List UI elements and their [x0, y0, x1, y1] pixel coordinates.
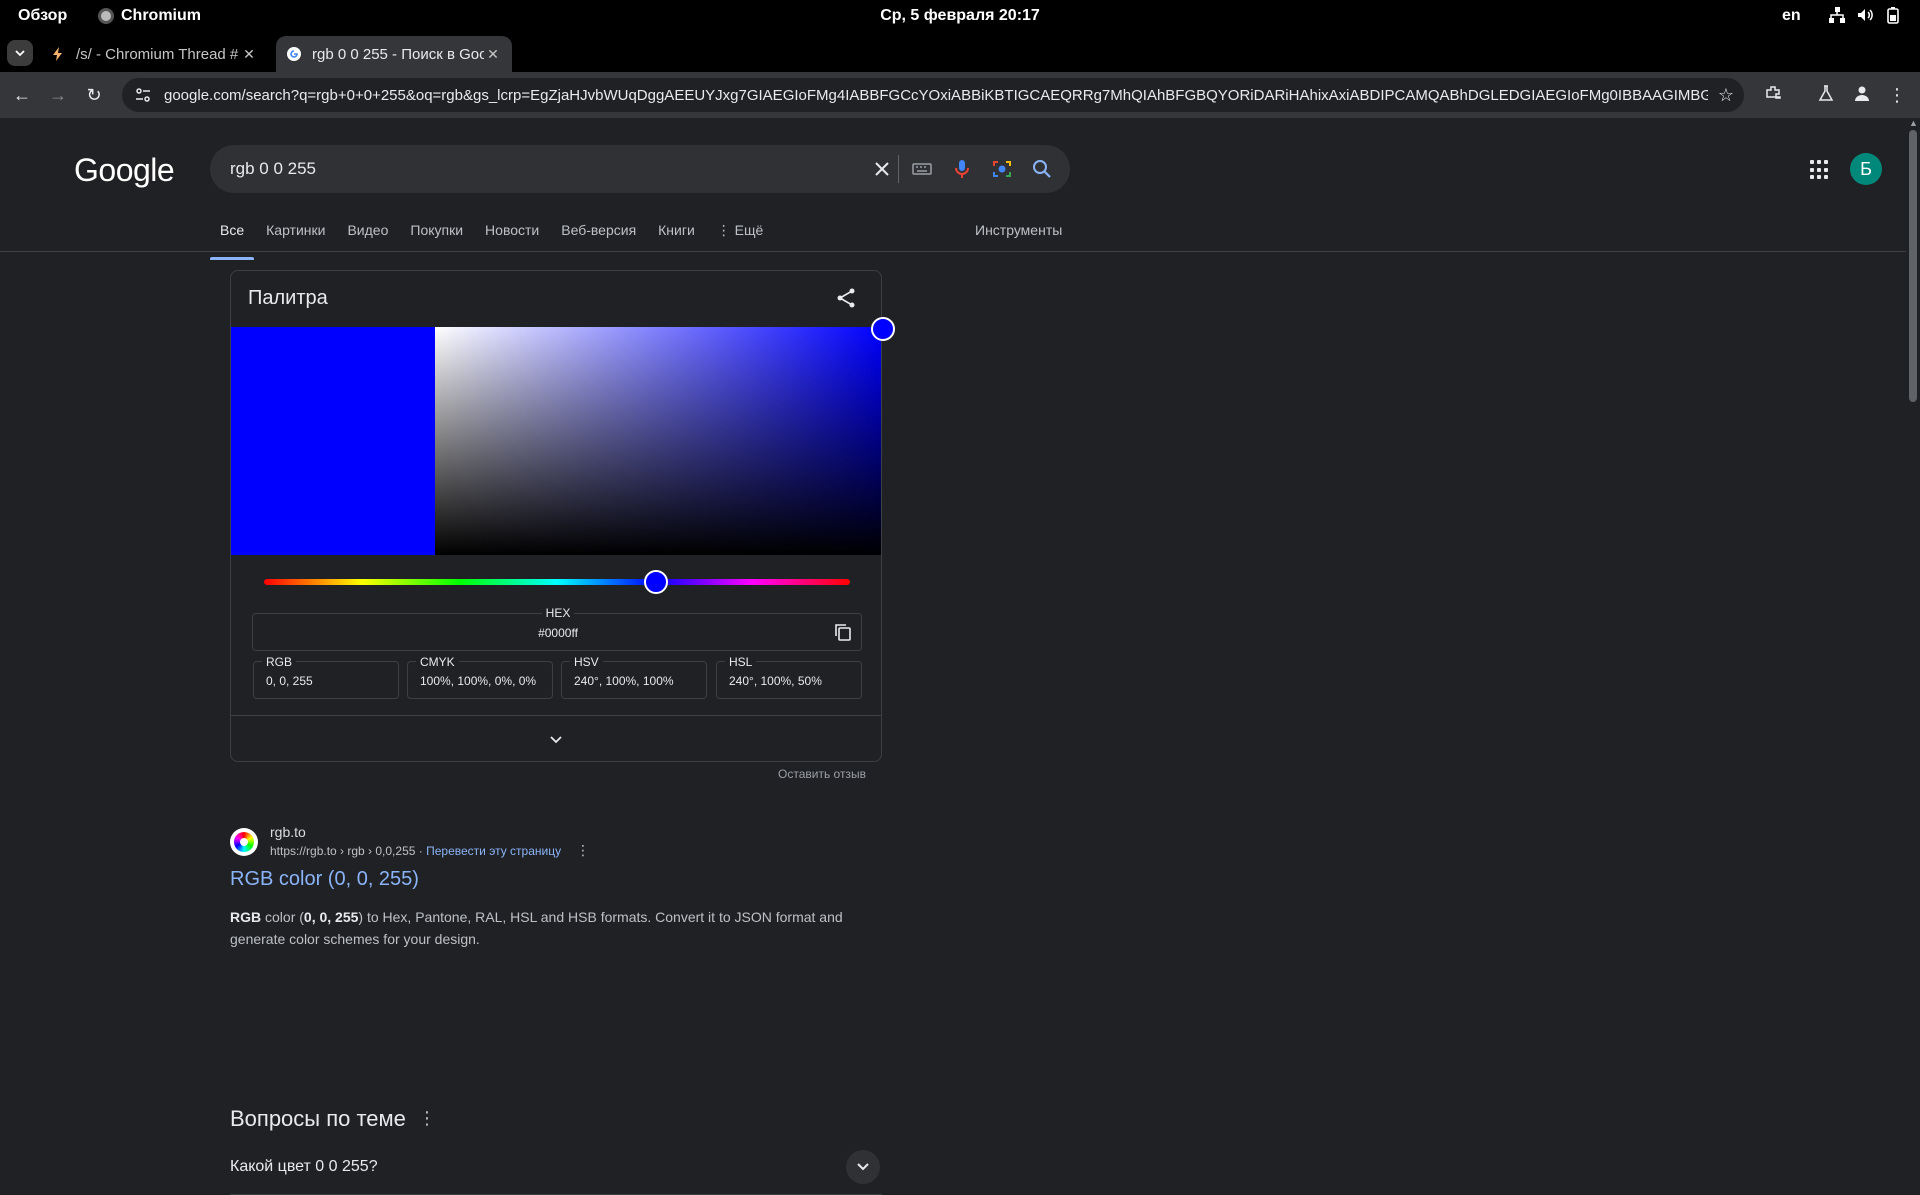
back-icon[interactable]: ←	[11, 84, 33, 106]
system-status-area[interactable]	[1828, 6, 1902, 24]
network-icon	[1828, 6, 1846, 24]
hsv-field[interactable]: HSV 240°, 100%, 100%	[561, 655, 707, 699]
account-avatar[interactable]: Б	[1850, 153, 1882, 185]
google-apps-icon[interactable]	[1810, 160, 1830, 180]
forward-icon[interactable]: →	[47, 84, 69, 106]
hsl-field[interactable]: HSL 240°, 100%, 50%	[716, 655, 862, 699]
hex-field[interactable]: HEX #0000ff	[252, 606, 863, 651]
tab-title: /s/ - Chromium Thread #	[76, 45, 239, 63]
result-url-text: https://rgb.to › rgb › 0,0,255	[270, 844, 416, 858]
hex-input[interactable]: #0000ff	[253, 626, 863, 640]
hsv-label: HSV	[570, 655, 603, 669]
result-options-icon[interactable]: ⋮	[576, 842, 590, 859]
translate-link[interactable]: Перевести эту страницу	[426, 844, 561, 858]
voice-search-icon[interactable]	[950, 157, 974, 181]
hue-slider[interactable]	[264, 579, 850, 585]
scrollbar-thumb[interactable]	[1909, 130, 1917, 402]
hsl-input[interactable]: 240°, 100%, 50%	[729, 674, 822, 688]
tab-videos[interactable]: Видео	[347, 222, 388, 262]
chevron-down-icon	[857, 1163, 869, 1171]
site-info-icon[interactable]	[134, 86, 152, 104]
cmyk-field[interactable]: CMYK 100%, 100%, 0%, 0%	[407, 655, 553, 699]
browser-toolbar: ← → ↻ google.com/search?q=rgb+0+0+255&oq…	[0, 72, 1920, 118]
tab-news[interactable]: Новости	[485, 222, 539, 262]
lens-search-icon[interactable]	[990, 157, 1014, 181]
tab-strip: /s/ - Chromium Thread # ✕ rgb 0 0 255 - …	[0, 32, 1920, 97]
profile-icon[interactable]	[1851, 84, 1873, 106]
card-title: Палитра	[248, 287, 328, 309]
copy-icon[interactable]	[833, 622, 853, 642]
url-text[interactable]: google.com/search?q=rgb+0+0+255&oq=rgb&g…	[164, 87, 1708, 104]
tab-all[interactable]: Все	[209, 222, 255, 262]
divider	[0, 251, 1906, 252]
keyboard-layout-indicator[interactable]: en	[1782, 7, 1801, 25]
cmyk-input[interactable]: 100%, 100%, 0%, 0%	[420, 674, 536, 688]
color-preview-swatch	[231, 327, 435, 555]
address-bar[interactable]: google.com/search?q=rgb+0+0+255&oq=rgb&g…	[122, 78, 1744, 112]
page-scrollbar[interactable]: ▲	[1906, 118, 1920, 1080]
tools-button[interactable]: Инструменты	[975, 222, 1062, 238]
result-site-name[interactable]: rgb.to	[270, 824, 306, 840]
hsl-label: HSL	[725, 655, 757, 669]
battery-icon	[1884, 6, 1902, 24]
clear-search-icon[interactable]	[870, 157, 894, 181]
reload-icon[interactable]: ↻	[83, 84, 105, 106]
bookmark-star-icon[interactable]: ☆	[1718, 85, 1734, 106]
google-logo[interactable]: Google	[74, 152, 175, 189]
close-tab-icon[interactable]: ✕	[240, 46, 258, 63]
tab-more[interactable]: ⋮ Ещё	[717, 222, 764, 262]
search-box[interactable]: rgb 0 0 255	[210, 145, 1070, 193]
saturation-handle[interactable]	[871, 317, 895, 341]
related-options-icon[interactable]: ⋮	[418, 1108, 436, 1129]
system-top-bar: Обзор Chromium Ср, 5 февраля 20:17 en	[0, 0, 1920, 32]
divider	[231, 715, 881, 716]
tab-chromium-thread[interactable]: /s/ - Chromium Thread # ✕	[40, 36, 268, 72]
saturation-value-picker[interactable]	[435, 327, 881, 555]
rgb-label: RGB	[262, 655, 297, 669]
lightning-icon	[53, 47, 62, 61]
expand-question-button[interactable]	[846, 1150, 880, 1184]
menu-kebab-icon[interactable]: ⋮	[1886, 84, 1908, 106]
hsv-input[interactable]: 240°, 100%, 100%	[574, 674, 674, 688]
result-title-link[interactable]: RGB color (0, 0, 255)	[230, 868, 419, 891]
tab-shopping[interactable]: Покупки	[410, 222, 463, 262]
color-picker-card: Палитра HEX #0000ff RGB 0, 0, 255 CMYK 1…	[230, 270, 895, 762]
hex-label: HEX	[541, 606, 575, 620]
related-question[interactable]: Какой цвет 0 0 255?	[230, 1158, 378, 1176]
tab-books[interactable]: Книги	[658, 222, 695, 262]
search-icon[interactable]	[1030, 157, 1054, 181]
rgb-field[interactable]: RGB 0, 0, 255	[253, 655, 399, 699]
keyboard-icon[interactable]	[910, 157, 934, 181]
cmyk-label: CMYK	[416, 655, 459, 669]
tab-google-search[interactable]: rgb 0 0 255 - Поиск в Google ✕	[276, 36, 512, 72]
search-input[interactable]: rgb 0 0 255	[230, 159, 316, 179]
divider	[898, 155, 899, 183]
rgb-input[interactable]: 0, 0, 255	[266, 674, 313, 688]
volume-icon	[1856, 6, 1874, 24]
labs-flask-icon[interactable]	[1815, 84, 1837, 106]
tab-web[interactable]: Веб-версия	[561, 222, 636, 262]
google-icon	[287, 47, 301, 61]
search-nav-tabs: Все Картинки Видео Покупки Новости Веб-в…	[209, 222, 785, 262]
clock[interactable]: Ср, 5 февраля 20:17	[0, 7, 1920, 25]
tab-title: rgb 0 0 255 - Поиск в Google	[312, 45, 484, 63]
chevron-down-icon[interactable]	[547, 731, 565, 749]
related-questions-heading: Вопросы по теме	[230, 1106, 406, 1131]
feedback-link[interactable]: Оставить отзыв	[778, 767, 866, 781]
google-results-page: Google rgb 0 0 255 Б Все Картинки Видео …	[0, 118, 1906, 1195]
tab-search-button[interactable]	[7, 40, 33, 66]
tab-images[interactable]: Картинки	[266, 222, 325, 262]
share-icon[interactable]	[835, 287, 857, 309]
result-url[interactable]: https://rgb.to › rgb › 0,0,255 · Перевес…	[270, 844, 561, 858]
site-favicon-icon	[230, 828, 258, 856]
close-tab-icon[interactable]: ✕	[484, 46, 502, 63]
extensions-icon[interactable]	[1762, 84, 1784, 106]
scroll-up-icon[interactable]: ▲	[1909, 118, 1918, 128]
hue-slider-handle[interactable]	[644, 570, 668, 594]
result-snippet: RGB color (0, 0, 255) to Hex, Pantone, R…	[230, 909, 843, 947]
